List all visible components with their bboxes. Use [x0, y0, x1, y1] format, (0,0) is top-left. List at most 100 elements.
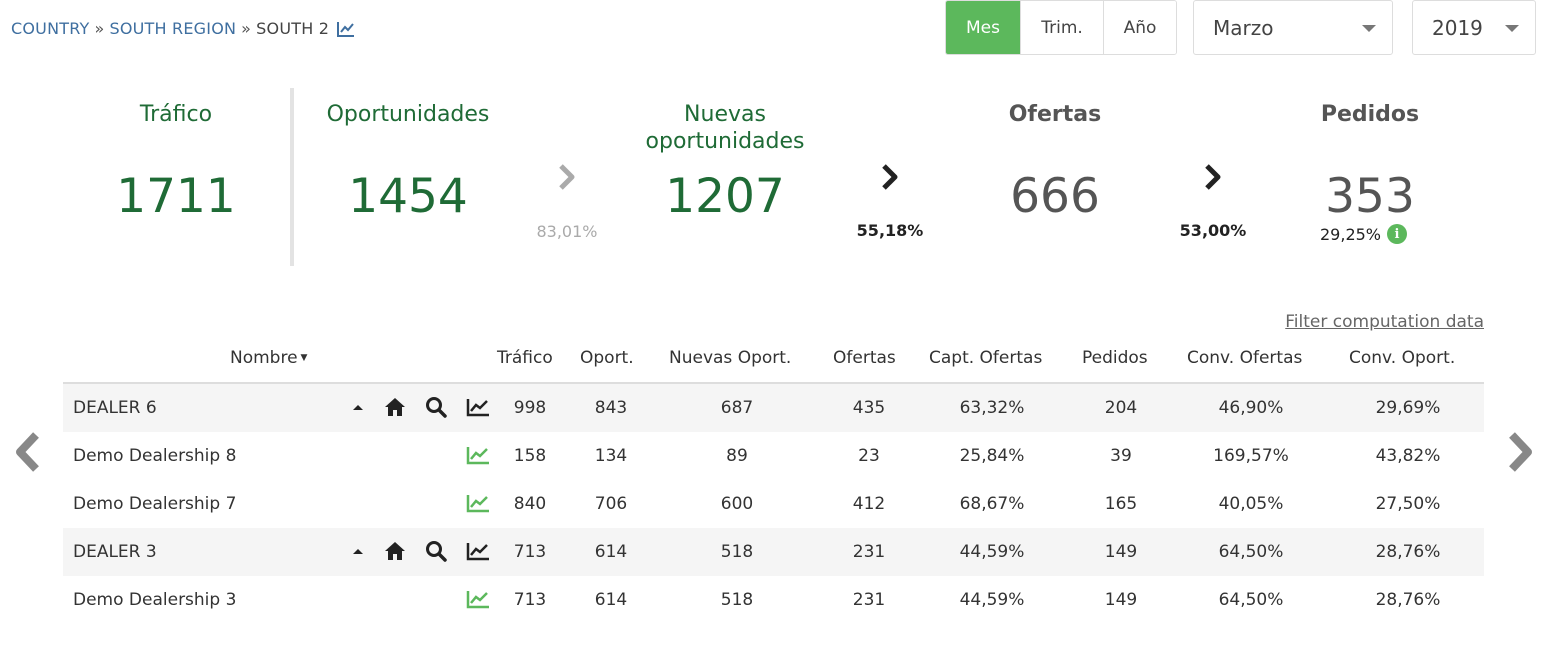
- cell-nuevas: 518: [720, 590, 754, 610]
- cell-conv-ofertas: 169,57%: [1213, 446, 1289, 466]
- search-icon[interactable]: [424, 396, 448, 418]
- cell-pedidos: 204: [1104, 398, 1138, 418]
- cell-conv-ofertas: 46,90%: [1218, 398, 1284, 418]
- col-oport[interactable]: Oport.: [580, 348, 634, 368]
- table-row[interactable]: Demo Dealership 7 840 706 600 412 68,67% 165 40…: [63, 480, 1484, 528]
- cell-oport: 614: [594, 542, 628, 562]
- breadcrumb-country[interactable]: COUNTRY: [11, 19, 90, 38]
- cell-pedidos: 149: [1104, 542, 1138, 562]
- col-conv-ofertas[interactable]: Conv. Ofertas: [1187, 348, 1302, 368]
- kpi-value: 353: [1325, 169, 1415, 224]
- cell-conv-ofertas: 64,50%: [1218, 542, 1284, 562]
- filter-computation-link[interactable]: Filter computation data: [1285, 312, 1484, 332]
- cell-capt: 63,32%: [959, 398, 1025, 418]
- cell-oport: 614: [594, 590, 628, 610]
- kpi-oportunidades: Oportunidades 1454: [300, 101, 516, 224]
- cell-pedidos: 39: [1110, 446, 1132, 466]
- kpi-pedidos: Pedidos 353: [1275, 101, 1465, 224]
- kpi-trafico: Tráfico 1711: [76, 101, 276, 224]
- col-nombre[interactable]: Nombre ▼: [230, 348, 307, 368]
- cell-nuevas: 89: [726, 446, 748, 466]
- kpi-label: Tráfico: [139, 102, 213, 127]
- cell-oport: 706: [594, 494, 628, 514]
- col-trafico[interactable]: Tráfico: [497, 348, 553, 368]
- pedidos-percentage: 29,25% i: [1320, 224, 1408, 244]
- breadcrumb-separator: »: [241, 19, 252, 38]
- cell-nuevas: 600: [720, 494, 754, 514]
- kpi-value: 1454: [348, 169, 468, 224]
- table-row[interactable]: Demo Dealership 8 158 134 89 23 25,84% 39 169,5…: [63, 432, 1484, 480]
- cell-ofertas: 435: [852, 398, 886, 418]
- cell-conv-ofertas: 40,05%: [1218, 494, 1284, 514]
- dealers-table: Nombre ▼ Tráfico Oport. Nuevas Oport. Ofe…: [63, 337, 1484, 624]
- line-chart-icon[interactable]: [337, 21, 355, 37]
- kpi-label: Oportunidades: [326, 102, 490, 127]
- table-body: DEALER 6 998 843 687 435 63,32% 204 46,90% 29,69…: [63, 384, 1484, 624]
- home-icon[interactable]: [383, 396, 407, 418]
- info-icon[interactable]: i: [1387, 224, 1408, 244]
- collapse-icon[interactable]: [346, 540, 370, 562]
- cell-oport: 134: [594, 446, 628, 466]
- prev-arrow-icon[interactable]: [12, 430, 44, 474]
- cell-oport: 843: [594, 398, 628, 418]
- row-name: DEALER 6: [73, 398, 157, 418]
- month-select-value: Marzo: [1213, 15, 1274, 40]
- table-row[interactable]: Demo Dealership 3 713 614 518 231 44,59% 149 64…: [63, 576, 1484, 624]
- cell-pedidos: 165: [1104, 494, 1138, 514]
- table-row[interactable]: DEALER 6 998 843 687 435 63,32% 204 46,90% 29,69…: [63, 384, 1484, 432]
- cell-conv-oport: 28,76%: [1375, 590, 1441, 610]
- col-pedidos[interactable]: Pedidos: [1082, 348, 1148, 368]
- chevron-right-icon: [1203, 162, 1223, 192]
- cell-capt: 44,59%: [959, 542, 1025, 562]
- year-select-value: 2019: [1432, 15, 1483, 40]
- cell-ofertas: 231: [852, 590, 886, 610]
- chevron-down-icon: [1505, 25, 1519, 32]
- cell-pedidos: 149: [1104, 590, 1138, 610]
- pedidos-pct-value: 29,25%: [1320, 224, 1382, 244]
- home-icon[interactable]: [383, 540, 407, 562]
- breadcrumb-separator: »: [94, 19, 105, 38]
- next-arrow-icon[interactable]: [1504, 430, 1536, 474]
- row-name: DEALER 3: [73, 542, 157, 562]
- col-conv-oport[interactable]: Conv. Oport.: [1349, 348, 1455, 368]
- kpi-ofertas: Ofertas 666: [960, 101, 1150, 224]
- kpi-divider: [290, 88, 294, 266]
- cell-capt: 68,67%: [959, 494, 1025, 514]
- breadcrumb-region[interactable]: SOUTH REGION: [110, 19, 237, 38]
- chevron-right-icon: [880, 162, 900, 192]
- table-header: Nombre ▼ Tráfico Oport. Nuevas Oport. Ofe…: [63, 337, 1484, 384]
- cell-capt: 25,84%: [959, 446, 1025, 466]
- breadcrumb: COUNTRY » SOUTH REGION » SOUTH 2: [11, 19, 355, 38]
- col-nuevas[interactable]: Nuevas Oport.: [669, 348, 791, 368]
- sort-caret-icon: ▼: [300, 353, 308, 363]
- kpi-value: 1207: [665, 169, 785, 224]
- cell-conv-oport: 43,82%: [1375, 446, 1441, 466]
- row-name: Demo Dealership 7: [73, 494, 237, 514]
- period-year-button[interactable]: Año: [1103, 1, 1176, 54]
- period-month-button[interactable]: Mes: [946, 1, 1020, 54]
- year-select[interactable]: 2019: [1412, 0, 1536, 55]
- col-capt[interactable]: Capt. Ofertas: [929, 348, 1042, 368]
- row-name: Demo Dealership 3: [73, 590, 237, 610]
- table-row[interactable]: DEALER 3 713 614 518 231 44,59% 149 64,50% 28,76…: [63, 528, 1484, 576]
- cell-ofertas: 23: [858, 446, 880, 466]
- cell-ofertas: 412: [852, 494, 886, 514]
- cell-conv-oport: 27,50%: [1375, 494, 1441, 514]
- kpi-nuevas-oportunidades: Nuevas oportunidades 1207: [620, 101, 830, 224]
- row-name: Demo Dealership 8: [73, 446, 237, 466]
- chevron-right-icon: [557, 162, 577, 192]
- cell-conv-oport: 28,76%: [1375, 542, 1441, 562]
- collapse-icon[interactable]: [346, 396, 370, 418]
- search-icon[interactable]: [424, 540, 448, 562]
- period-quarter-button[interactable]: Trim.: [1020, 1, 1103, 54]
- col-ofertas[interactable]: Ofertas: [833, 348, 896, 368]
- month-select[interactable]: Marzo: [1193, 0, 1393, 55]
- conversion-ofertas-pedidos: 53,00%: [1179, 221, 1247, 240]
- cell-nuevas: 687: [720, 398, 754, 418]
- breadcrumb-current: SOUTH 2: [256, 19, 330, 38]
- cell-conv-oport: 29,69%: [1375, 398, 1441, 418]
- cell-capt: 44,59%: [959, 590, 1025, 610]
- cell-conv-ofertas: 64,50%: [1218, 590, 1284, 610]
- conversion-nuevas-ofertas: 55,18%: [856, 221, 924, 240]
- kpi-value: 1711: [116, 169, 236, 224]
